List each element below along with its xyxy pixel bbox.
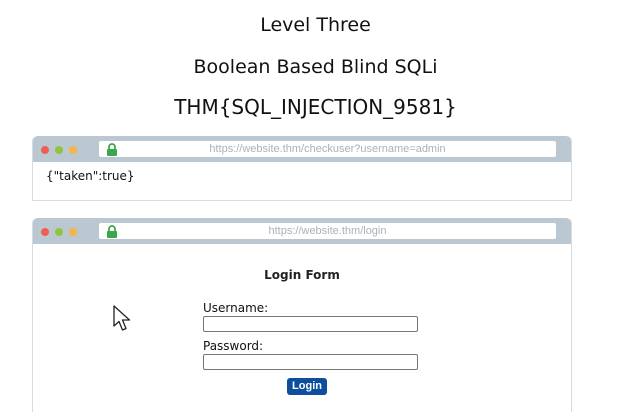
level-subtitle: Boolean Based Blind SQLi (193, 56, 438, 78)
login-form-title: Login Form (264, 268, 340, 282)
close-window-dot[interactable] (41, 228, 49, 236)
minimize-window-dot[interactable] (55, 146, 63, 154)
minimize-window-dot[interactable] (55, 228, 63, 236)
address-bar[interactable]: https://website.thm/checkuser?username=a… (99, 141, 556, 157)
login-button[interactable]: Login (287, 378, 327, 395)
flag-text: THM{SQL_INJECTION_9581} (174, 95, 457, 119)
close-window-dot[interactable] (41, 146, 49, 154)
address-url: https://website.thm/login (268, 225, 387, 237)
maximize-window-dot[interactable] (69, 146, 77, 154)
browser-toolbar: https://website.thm/login (33, 218, 571, 244)
maximize-window-dot[interactable] (69, 228, 77, 236)
json-response-text: {"taken":true} (46, 169, 135, 183)
username-field[interactable] (203, 316, 418, 332)
username-label: Username: (203, 301, 269, 315)
password-field[interactable] (203, 354, 418, 370)
checkuser-browser-window: https://website.thm/checkuser?username=a… (32, 136, 572, 201)
lock-icon (107, 143, 117, 156)
browser-toolbar: https://website.thm/checkuser?username=a… (33, 136, 571, 162)
password-label: Password: (203, 339, 264, 353)
mouse-cursor-icon (113, 305, 131, 331)
address-url: https://website.thm/checkuser?username=a… (209, 143, 446, 155)
lock-icon (107, 225, 117, 238)
level-title: Level Three (260, 14, 371, 36)
address-bar[interactable]: https://website.thm/login (99, 223, 556, 239)
